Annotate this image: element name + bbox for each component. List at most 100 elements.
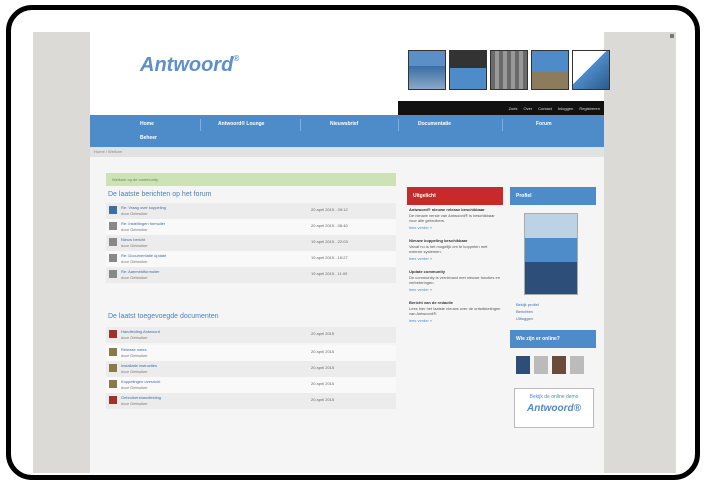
document-icon	[109, 364, 117, 372]
forum-post-row[interactable]: Nieuw bericht door Gebruiker 19 april 20…	[106, 235, 396, 251]
avatar[interactable]	[570, 356, 584, 374]
post-author: door Gebruiker	[121, 211, 148, 216]
pdf-icon	[109, 330, 117, 338]
header-image	[572, 50, 610, 90]
nav-item-lounge[interactable]: Antwoord® Lounge	[218, 121, 264, 127]
document-icon	[109, 348, 117, 356]
avatar[interactable]	[516, 356, 530, 374]
read-more-link[interactable]: lees verder »	[409, 225, 501, 230]
post-icon	[109, 254, 117, 262]
site-logo[interactable]: Antwoord®	[140, 54, 239, 77]
breadcrumb: Home / Welkom	[90, 147, 604, 157]
post-author: door Gebruiker	[121, 243, 148, 248]
utility-link[interactable]: Contact	[538, 106, 552, 111]
header-image	[531, 50, 569, 90]
news-item: Bericht van de redactie Lees hier het la…	[407, 300, 503, 323]
read-more-link[interactable]: lees verder »	[409, 318, 501, 323]
post-author: door Gebruiker	[121, 275, 148, 280]
profile-link[interactable]: Berichten	[516, 308, 596, 315]
post-title[interactable]: Re: Vraag over koppeling	[121, 205, 166, 210]
news-title[interactable]: Bericht van de redactie	[409, 300, 501, 305]
read-more-link[interactable]: lees verder »	[409, 256, 501, 261]
utility-link[interactable]: Inloggen	[558, 106, 573, 111]
forum-post-row[interactable]: Re: Aanmeldformulier door Gebruiker 19 a…	[106, 267, 396, 283]
header-images	[408, 50, 610, 90]
nav-item-home[interactable]: Home	[140, 121, 154, 127]
main-content: Welkom op de community De laatste berich…	[90, 157, 604, 473]
document-row[interactable]: Handleiding Antwoord door Gebruiker 20 a…	[106, 327, 396, 343]
document-date: 20 april 2015	[311, 349, 335, 354]
news-body: De nieuwe versie van Antwoord® is beschi…	[409, 213, 495, 223]
news-body: Vanaf nu is het mogelijk om te koppelen …	[409, 244, 488, 254]
post-date: 20 april 2015 - 09:12	[311, 207, 348, 212]
post-title[interactable]: Re: Aanmeldformulier	[121, 269, 159, 274]
utility-link[interactable]: Registreren	[579, 106, 600, 111]
avatar[interactable]	[552, 356, 566, 374]
breadcrumb-link[interactable]: Home / Welkom	[94, 149, 122, 154]
post-title[interactable]: Re: Documentatie update	[121, 253, 166, 258]
document-row[interactable]: Release notes door Gebruiker 20 april 20…	[106, 345, 396, 361]
document-row[interactable]: Koppelingen overzicht door Gebruiker 20 …	[106, 377, 396, 393]
profile-link[interactable]: Bekijk profiel	[516, 301, 596, 308]
utility-link[interactable]: Zoek	[509, 106, 518, 111]
document-author: door Gebruiker	[121, 335, 148, 340]
nav-item-documentatie[interactable]: Documentatie	[418, 121, 451, 127]
forum-post-row[interactable]: Re: Vraag over koppeling door Gebruiker …	[106, 203, 396, 219]
pdf-icon	[109, 396, 117, 404]
news-title[interactable]: Nieuwe koppeling beschikbaar	[409, 238, 501, 243]
news-heading: Uitgelicht	[407, 187, 503, 205]
profile-link[interactable]: Uitloggen	[516, 315, 596, 322]
nav-divider	[200, 119, 201, 131]
demo-banner[interactable]: Bekijk de online demo Antwoord®	[514, 388, 594, 428]
document-date: 20 april 2015	[311, 397, 335, 402]
forum-post-row[interactable]: Re: Documentatie update door Gebruiker 1…	[106, 251, 396, 267]
avatar[interactable]	[534, 356, 548, 374]
profile-column: Profiel Bekijk profiel Berichten Uitlogg…	[510, 187, 596, 428]
documents-section-title: De laatst toegevoegde documenten	[108, 313, 219, 320]
welcome-text: Welkom op de community	[112, 177, 158, 182]
document-row[interactable]: Gebruikershandleiding door Gebruiker 20 …	[106, 393, 396, 409]
forum-section-title: De laatste berichten op het forum	[108, 191, 212, 198]
post-title[interactable]: Re: Instellingen formulier	[121, 221, 165, 226]
post-title[interactable]: Nieuw bericht	[121, 237, 145, 242]
nav-divider	[300, 119, 301, 131]
header-image	[449, 50, 487, 90]
document-title[interactable]: Handleiding Antwoord	[121, 329, 160, 334]
scrollbar-arrow[interactable]	[670, 34, 674, 38]
post-author: door Gebruiker	[121, 227, 148, 232]
right-background	[604, 32, 676, 473]
document-date: 20 april 2015	[311, 365, 335, 370]
left-background	[33, 32, 90, 473]
main-nav: Home Antwoord® Lounge Nieuwsbrief Docume…	[90, 115, 604, 147]
nav-item-nieuwsbrief[interactable]: Nieuwsbrief	[330, 121, 358, 127]
post-date: 19 april 2015 - 22:03	[311, 239, 348, 244]
news-title[interactable]: Antwoord® nieuwe release beschikbaar	[409, 207, 501, 212]
page: Antwoord® Zoek Over Contact Inloggen Reg…	[90, 32, 610, 473]
banner-line2: Antwoord®	[526, 403, 582, 414]
utility-links: Zoek Over Contact Inloggen Registreren	[398, 101, 604, 115]
forum-post-row[interactable]: Re: Instellingen formulier door Gebruike…	[106, 219, 396, 235]
document-row[interactable]: Installatie instructies door Gebruiker 2…	[106, 361, 396, 377]
document-title[interactable]: Release notes	[121, 347, 147, 352]
utility-link[interactable]: Over	[523, 106, 532, 111]
news-item: Nieuwe koppeling beschikbaar Vanaf nu is…	[407, 238, 503, 261]
document-title[interactable]: Gebruikershandleiding	[121, 395, 161, 400]
profile-heading: Profiel	[510, 187, 596, 205]
nav-item-forum[interactable]: Forum	[536, 121, 552, 127]
document-title[interactable]: Installatie instructies	[121, 363, 157, 368]
document-icon	[109, 380, 117, 388]
read-more-link[interactable]: lees verder »	[409, 287, 501, 292]
post-icon	[109, 206, 117, 214]
news-body: De community is vernieuwd met nieuwe fun…	[409, 275, 500, 285]
header-image	[408, 50, 446, 90]
nav-divider	[502, 119, 503, 131]
document-author: door Gebruiker	[121, 353, 148, 358]
post-icon	[109, 238, 117, 246]
news-title[interactable]: Update community	[409, 269, 501, 274]
nav-divider	[398, 119, 399, 131]
document-date: 20 april 2015	[311, 331, 335, 336]
document-title[interactable]: Koppelingen overzicht	[121, 379, 160, 384]
nav-item-beheer[interactable]: Beheer	[140, 135, 157, 141]
post-date: 19 april 2015 - 16:27	[311, 255, 348, 260]
banner-line1: Bekijk de online demo	[529, 394, 579, 400]
